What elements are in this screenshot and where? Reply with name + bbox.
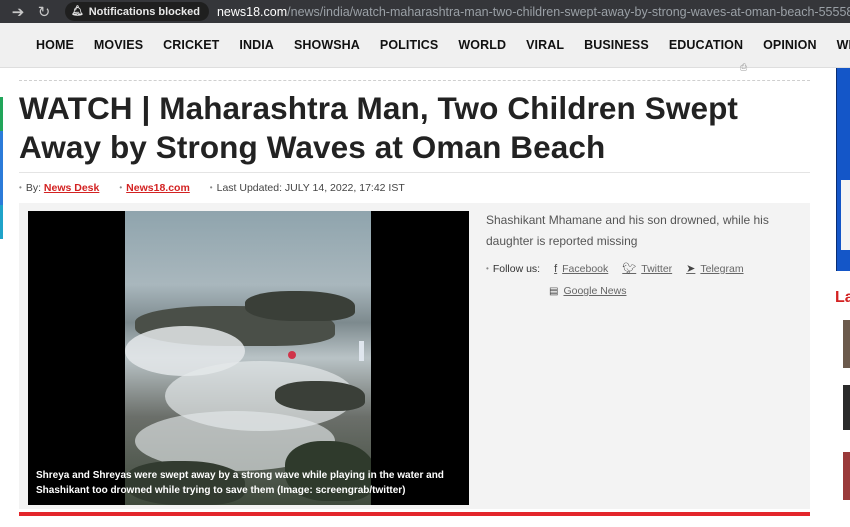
byline-updated: • Last Updated: JULY 14, 2022, 17:42 IST [209,181,405,194]
google-news-share[interactable]: ▤ Google News [549,285,626,297]
facebook-share[interactable]: f Facebook [554,263,608,275]
nav-india[interactable]: INDIA [239,38,274,52]
follow-label: Follow us: [492,262,541,275]
url-path: /news/india/watch-maharashtra-man-two-ch… [287,4,850,19]
byline: • By: News Desk • News18.com • Last Upda… [19,172,810,202]
sidebar-advertisement[interactable] [836,68,850,271]
nav-viral[interactable]: VIRAL [526,38,564,52]
twitter-share[interactable]: 🐦︎ Twitter [622,262,672,276]
notifications-label: Notifications blocked [88,5,200,18]
telegram-share[interactable]: ➤ Telegram [686,262,743,276]
nav-cricket[interactable]: CRICKET [163,38,219,52]
section-divider-red [19,512,810,516]
print-icon[interactable]: ⎙ [740,62,747,73]
person-figure [359,341,364,361]
last-updated: Last Updated: JULY 14, 2022, 17:42 IST [216,181,405,194]
url-domain: news18.com [216,4,288,19]
left-accent-strip [0,171,3,205]
divider [19,80,810,81]
lead-image[interactable]: Shreya and Shreyas were swept away by a … [28,211,469,505]
nav-showsha[interactable]: SHOWSHA [294,38,360,52]
google-news-icon: ▤ [549,285,559,297]
browser-url-bar: ➔ ↻ 🔔︎ Notifications blocked news18.com/… [0,0,850,23]
nav-politics[interactable]: POLITICS [380,38,438,52]
bell-icon: 🔔︎ [71,6,84,17]
nav-world[interactable]: WORLD [458,38,506,52]
reload-icon[interactable]: ↻ [33,0,55,23]
sidebar-thumbnail[interactable] [843,385,850,430]
nav-business[interactable]: BUSINESS [584,38,649,52]
article-headline: WATCH | Maharashtra Man, Two Children Sw… [19,90,739,165]
article-summary: Shashikant Mhamane and his son drowned, … [486,213,769,248]
latest-heading: La [835,289,850,306]
nav-movies[interactable]: MOVIES [94,38,143,52]
by-label: By: [25,181,41,194]
sidebar-thumbnail[interactable] [843,452,850,500]
nav-education[interactable]: EDUCATION [669,38,743,52]
twitter-icon: 🐦︎ [622,263,637,275]
left-accent-strip [0,205,3,239]
follow-us-row: • Follow us: f Facebook 🐦︎ Twitter ➤ Telegr… [486,262,744,276]
facebook-icon: f [554,262,558,275]
byline-source: • News18.com [119,181,190,194]
byline-author: • By: News Desk [19,181,100,194]
nav-web-stories[interactable]: WEB STOR [837,38,850,52]
source-link[interactable]: News18.com [126,182,190,194]
forward-arrow-icon[interactable]: ➔ [7,0,29,23]
telegram-icon: ➤ [686,263,696,275]
person-figure [288,351,296,359]
nav-opinion[interactable]: OPINION [763,38,816,52]
author-link[interactable]: News Desk [44,182,99,194]
beach-wave-photo [125,211,371,505]
left-accent-strip [0,131,3,171]
sidebar-thumbnail[interactable] [843,320,850,368]
image-caption: Shreya and Shreyas were swept away by a … [36,470,444,496]
site-nav-bar: HOME MOVIES CRICKET INDIA SHOWSHA POLITI… [0,23,850,68]
notifications-blocked-badge[interactable]: 🔔︎ Notifications blocked [65,2,209,21]
left-accent-strip [0,97,3,131]
nav-home[interactable]: HOME [36,38,74,52]
address-input[interactable]: news18.com/news/india/watch-maharashtra-… [217,5,850,19]
